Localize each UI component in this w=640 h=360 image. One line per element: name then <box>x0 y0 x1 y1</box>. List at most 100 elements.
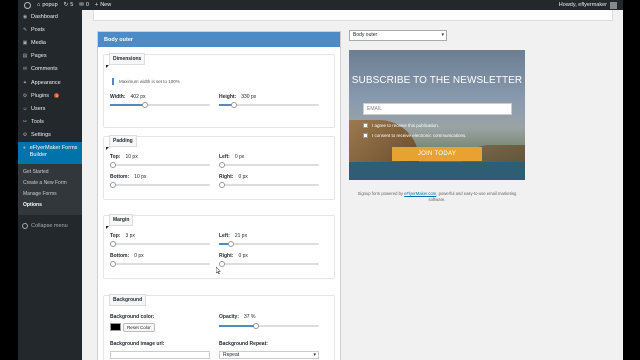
collapse-icon <box>22 222 28 229</box>
padding-bottom-slider[interactable] <box>110 182 210 188</box>
padding-right-label: Right: <box>219 174 234 180</box>
plug-icon: ⚙ <box>22 92 28 99</box>
page-icon: ▤ <box>22 53 28 60</box>
agree-checkbox-row[interactable]: I agree to receive this publication. <box>363 123 439 128</box>
account-menu[interactable]: Howdy, eflyermaker <box>559 1 617 9</box>
sidebar-item-settings[interactable]: ⚙ Settings <box>18 129 82 142</box>
element-select-value: Body outer <box>353 32 378 38</box>
submenu-get-started[interactable]: Get Started <box>18 167 82 178</box>
sidebar-item-tools[interactable]: ✂ Tools <box>18 116 82 129</box>
agree-label: I agree to receive this publication. <box>372 123 440 128</box>
consent-checkbox-row[interactable]: I consent to receive electronic communic… <box>363 133 467 138</box>
margin-right-value: 0 px <box>238 253 248 259</box>
height-field: Height: 330 px <box>219 94 256 100</box>
slider-handle[interactable] <box>110 241 116 247</box>
margin-bottom-field: Bottom: 0 px <box>110 253 144 259</box>
media-icon: ▣ <box>22 39 28 46</box>
margin-left-value: 21 px <box>234 233 248 239</box>
slider-handle[interactable] <box>253 323 259 329</box>
margin-left-label: Left: <box>219 233 230 239</box>
dimensions-section: Dimensions Maximum width is set to 100% … <box>103 53 335 128</box>
plus-icon: + <box>94 2 99 8</box>
settings-icon: ⚙ <box>22 132 28 139</box>
chevron-down-icon: ▾ <box>313 352 316 358</box>
submenu-manage-forms[interactable]: Manage Forms <box>18 189 82 200</box>
slider-handle[interactable] <box>228 241 234 247</box>
margin-bottom-slider[interactable] <box>110 261 210 267</box>
element-select[interactable]: Body outer ▾ <box>349 30 447 41</box>
opacity-slider[interactable] <box>219 323 319 329</box>
slider-handle[interactable] <box>110 261 116 267</box>
submenu-create-form[interactable]: Create a New Form <box>18 178 82 189</box>
site-name-link[interactable]: ⌂ popup <box>37 2 58 8</box>
updates-icon: ↻ <box>63 2 69 8</box>
wrench-icon: ✂ <box>22 119 28 126</box>
user-icon: ☺ <box>22 105 28 112</box>
width-label: Width: <box>110 94 126 100</box>
sidebar-item-comments[interactable]: ✉ Comments <box>18 63 82 76</box>
new-label: New <box>100 2 112 8</box>
new-content-link[interactable]: + New <box>95 2 111 8</box>
wordpress-logo-button[interactable] <box>24 1 31 9</box>
slider-handle[interactable] <box>219 182 225 188</box>
padding-left-slider[interactable] <box>219 162 319 168</box>
margin-top-field: Top: 3 px <box>110 233 135 239</box>
padding-right-slider[interactable] <box>219 182 319 188</box>
comment-icon: ✉ <box>79 2 84 8</box>
updates-count: 5 <box>70 2 74 8</box>
sidebar-item-label: Dashboard <box>31 13 58 20</box>
sidebar-item-appearance[interactable]: ✦ Appearance <box>18 76 82 89</box>
sidebar-item-pages[interactable]: ▤ Pages <box>18 50 82 63</box>
eflyermaker-icon: ● <box>22 144 26 151</box>
wordpress-icon <box>24 1 31 9</box>
sidebar-item-eflyermaker[interactable]: ● eFlyerMaker Forms Builder <box>18 141 82 164</box>
repeat-value: Repeat <box>223 352 240 358</box>
section-title: Margin <box>109 214 134 226</box>
margin-bottom-label: Bottom: <box>110 253 130 259</box>
join-today-button[interactable]: JOIN TODAY <box>392 147 482 161</box>
brush-icon: ✦ <box>22 79 28 86</box>
margin-top-slider[interactable] <box>110 241 210 247</box>
collapse-menu-button[interactable]: Collapse menu <box>18 219 82 233</box>
section-title: Dimensions <box>109 53 146 65</box>
slider-handle[interactable] <box>231 102 237 108</box>
sidebar-item-label: Media <box>31 39 46 46</box>
margin-right-slider[interactable] <box>219 261 319 267</box>
newsletter-email-input[interactable]: EMAIL <box>363 103 512 115</box>
sidebar-item-dashboard[interactable]: ◉ Dashboard <box>18 10 82 23</box>
consent-checkbox[interactable] <box>363 133 368 138</box>
updates-link[interactable]: ↻ 5 <box>64 2 74 8</box>
background-repeat-select[interactable]: Repeat ▾ <box>219 351 319 359</box>
pin-icon: ✎ <box>22 26 28 33</box>
background-repeat-field: Background Repeat: <box>219 341 273 347</box>
margin-left-field: Left: 21 px <box>219 233 247 239</box>
sidebar-item-plugins[interactable]: ⚙ Plugins 5 <box>18 89 82 102</box>
reset-color-button[interactable]: Reset Color <box>123 323 155 332</box>
newsletter-preview: SUBSCRIBE TO THE NEWSLETTER EMAIL I agre… <box>349 50 525 180</box>
mouse-cursor-icon <box>216 267 221 274</box>
sidebar-item-posts[interactable]: ✎ Posts <box>18 23 82 36</box>
slider-handle[interactable] <box>142 102 148 108</box>
margin-left-slider[interactable] <box>219 241 319 247</box>
sidebar-item-users[interactable]: ☺ Users <box>18 102 82 115</box>
main-content: Body outer Dimensions Maximum width is s… <box>82 10 623 360</box>
padding-top-slider[interactable] <box>110 162 210 168</box>
padding-right-field: Right: 0 px <box>219 174 248 180</box>
background-image-input[interactable] <box>110 351 210 359</box>
height-label: Height: <box>219 94 237 100</box>
sidebar-item-label: Tools <box>31 119 44 126</box>
background-color-field: Background color: <box>110 314 159 320</box>
submenu-options[interactable]: Options <box>18 200 82 211</box>
slider-handle[interactable] <box>219 162 225 168</box>
background-image-label: Background image url: <box>110 341 165 347</box>
width-slider[interactable] <box>110 102 210 108</box>
slider-handle[interactable] <box>110 182 116 188</box>
slider-handle[interactable] <box>110 162 116 168</box>
agree-checkbox[interactable] <box>363 123 368 128</box>
color-swatch[interactable] <box>110 323 121 331</box>
height-slider[interactable] <box>219 102 319 108</box>
background-image-field: Background image url: <box>110 341 169 347</box>
comments-link[interactable]: ✉ 0 <box>79 2 89 8</box>
sidebar-item-media[interactable]: ▣ Media <box>18 36 82 49</box>
eflyermaker-link[interactable]: eFlyerMaker.com <box>404 191 436 196</box>
